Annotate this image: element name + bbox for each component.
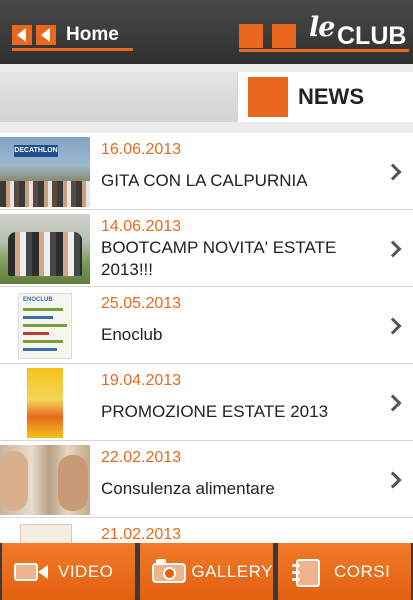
- news-title: PROMOZIONE ESTATE 2013: [101, 402, 329, 421]
- photo-camera-icon: [152, 558, 186, 585]
- home-label: Home: [66, 23, 119, 45]
- thumbnail-text: ENOCLUB: [23, 297, 53, 303]
- section-title: NEWS: [298, 84, 364, 109]
- news-thumbnail: DECATHLON: [0, 137, 90, 207]
- news-date: 21.02.2013: [101, 526, 182, 543]
- news-thumbnail: [0, 214, 90, 284]
- thumbnail-sign: DECATHLON: [14, 145, 58, 157]
- news-title: Consulenza alimentare: [101, 479, 275, 498]
- news-item[interactable]: 19.04.2013 PROMOZIONE ESTATE 2013: [0, 364, 413, 441]
- notebook-icon: [290, 558, 324, 587]
- news-title: Enoclub: [101, 325, 163, 344]
- news-item[interactable]: DECATHLON 16.06.2013 GITA CON LA CALPURN…: [0, 133, 413, 210]
- news-date: 16.06.2013: [101, 141, 182, 158]
- news-date: 14.06.2013: [101, 218, 182, 235]
- news-thumbnail: ENOCLUB: [0, 291, 90, 361]
- news-square-icon: [248, 77, 288, 117]
- tab-video-label: VIDEO: [58, 561, 114, 581]
- news-thumbnail: [0, 445, 90, 515]
- news-date: 19.04.2013: [101, 372, 182, 389]
- section-header: NEWS: [237, 72, 413, 122]
- back-arrow-icon: [36, 24, 56, 45]
- logo-le-text: le: [309, 12, 335, 43]
- news-date: 25.05.2013: [101, 295, 182, 312]
- news-date: 22.02.2013: [101, 449, 182, 466]
- tab-gallery-label: GALLERY: [191, 561, 273, 581]
- tab-corsi-label: CORSI: [334, 561, 391, 581]
- news-item[interactable]: 22.02.2013 Consulenza alimentare: [0, 441, 413, 518]
- chevron-right-icon: [384, 163, 402, 181]
- leclub-logo: le CLUB: [239, 12, 409, 52]
- news-title: GITA CON LA CALPURNIA: [101, 171, 308, 190]
- home-underline: [12, 48, 133, 51]
- logo-underline: [239, 49, 409, 52]
- tab-corsi[interactable]: CORSI: [278, 543, 411, 600]
- chevron-right-icon: [384, 471, 402, 489]
- home-button[interactable]: Home: [12, 21, 133, 48]
- chevron-right-icon: [384, 394, 402, 412]
- chevron-right-icon: [384, 317, 402, 335]
- news-thumbnail: [0, 368, 90, 438]
- video-camera-icon: [14, 559, 48, 585]
- news-list[interactable]: DECATHLON 16.06.2013 GITA CON LA CALPURN…: [0, 133, 413, 543]
- news-title: BOOTCAMP NOVITA' ESTATE 2013!!!: [101, 238, 337, 279]
- tab-gallery[interactable]: GALLERY: [140, 543, 273, 600]
- bottom-tab-bar: VIDEO GALLERY CORSI: [0, 543, 413, 600]
- news-item[interactable]: 21.02.2013: [0, 518, 413, 543]
- news-thumbnail: [0, 522, 90, 543]
- logo-square: [272, 24, 296, 48]
- tab-video[interactable]: VIDEO: [2, 543, 135, 600]
- section-banner-strip: [0, 72, 237, 122]
- back-arrow-icon: [12, 24, 32, 45]
- chevron-right-icon: [384, 240, 402, 258]
- news-item[interactable]: 14.06.2013 BOOTCAMP NOVITA' ESTATE 2013!…: [0, 210, 413, 287]
- logo-club-text: CLUB: [337, 22, 407, 50]
- news-item[interactable]: ENOCLUB 25.05.2013 Enoclub: [0, 287, 413, 364]
- top-bar: Home le CLUB: [0, 0, 413, 64]
- logo-square: [239, 24, 263, 48]
